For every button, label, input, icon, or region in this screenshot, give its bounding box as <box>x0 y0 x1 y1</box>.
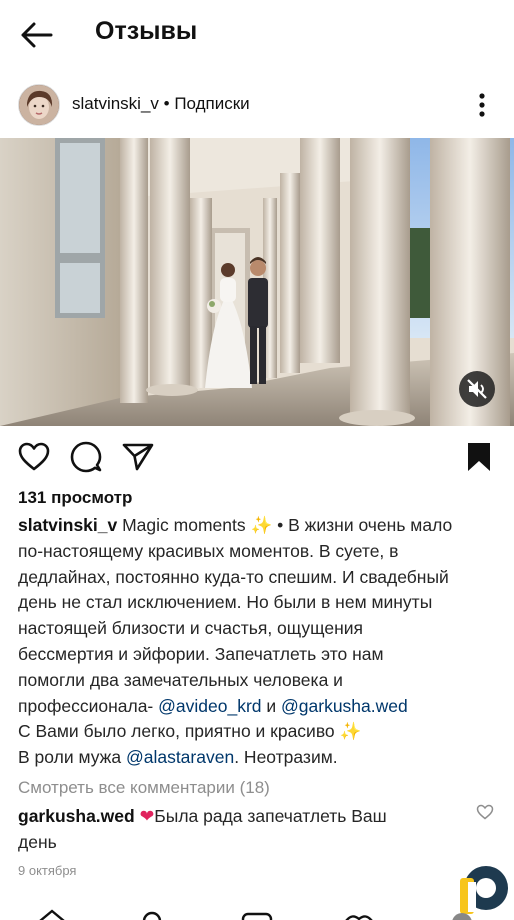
separator: • <box>158 94 175 113</box>
more-vertical-icon[interactable] <box>472 92 492 118</box>
post-actions <box>0 438 514 478</box>
red-heart-icon: ❤ <box>139 806 155 826</box>
caption-text: Magic moments <box>117 515 251 535</box>
arrow-left-icon[interactable] <box>18 20 54 50</box>
post-caption: slatvinski_v Magic moments ✨ • В жизни о… <box>18 513 498 771</box>
caption-line: помогли два замечательных человека и <box>18 669 343 690</box>
heart-icon[interactable] <box>18 442 50 472</box>
bottom-navigation <box>0 908 514 920</box>
comment: garkusha.wed ❤Была рада запечатлеть Ваш … <box>18 803 458 855</box>
comment-text: Была рада запечатлеть Ваш <box>154 806 387 826</box>
caption-line: бессмертия и эйфории. Запечатлеть это на… <box>18 643 384 664</box>
wedding-photo <box>0 138 514 426</box>
post-header: slatvinski_v • Подписки <box>0 80 514 128</box>
author-username[interactable]: slatvinski_v <box>72 94 159 113</box>
sparkles-icon: ✨ <box>250 515 273 535</box>
post-author[interactable]: slatvinski_v • Подписки <box>72 94 250 114</box>
caption-line: настоящей близости и счастья, ощущения <box>18 618 363 639</box>
post-date: 9 октября <box>18 863 77 878</box>
comment-text: день <box>18 832 57 852</box>
caption-username[interactable]: slatvinski_v <box>18 515 117 535</box>
view-all-comments-link[interactable]: Смотреть все комментарии (18) <box>18 778 270 798</box>
mute-toggle-button[interactable] <box>459 371 495 407</box>
caption-line: дедлайнах, постоянно куда-то спешим. И с… <box>18 566 449 587</box>
avatar[interactable] <box>18 84 60 126</box>
caption-line: С Вами было легко, приятно и красиво ✨ <box>18 719 498 745</box>
nav-icons-partial <box>39 909 472 920</box>
post-media[interactable] <box>0 138 514 426</box>
caption-line: профессионала- @avideo_krd и @garkusha.w… <box>18 694 498 720</box>
page-title: Отзывы <box>95 17 198 45</box>
volume-off-icon <box>467 379 487 399</box>
top-bar: Отзывы <box>0 0 514 68</box>
comment-username[interactable]: garkusha.wed <box>18 806 135 826</box>
follow-status[interactable]: Подписки <box>174 94 249 113</box>
caption-text: профессионала- <box>18 695 159 716</box>
sparkles-icon: ✨ <box>339 721 362 742</box>
view-count: 131 просмотр <box>18 488 133 507</box>
caption-text: и <box>261 695 282 716</box>
caption-line: день не стал исключением. Но были в нем … <box>18 592 433 613</box>
mention-link[interactable]: @garkusha.wed <box>281 696 408 716</box>
caption-text: С Вами было легко, приятно и красиво <box>18 721 340 742</box>
bookmark-icon[interactable] <box>466 441 492 473</box>
caption-text: • В жизни очень мало <box>272 515 453 535</box>
caption-line: В роли мужа @alastaraven. Неотразим. <box>18 745 498 771</box>
comment-icon[interactable] <box>70 441 102 473</box>
paper-plane-icon[interactable] <box>122 442 154 472</box>
caption-text: В роли мужа <box>18 747 126 768</box>
mention-link[interactable]: @alastaraven <box>126 747 234 767</box>
caption-line: по-настоящему красивых моментов. В суете… <box>18 540 399 561</box>
caption-text: . Неотразим. <box>234 747 338 768</box>
comment-like-icon[interactable] <box>476 804 494 820</box>
mention-link[interactable]: @avideo_krd <box>158 696 261 716</box>
caption-line-1: slatvinski_v Magic moments ✨ • В жизни о… <box>18 513 498 539</box>
